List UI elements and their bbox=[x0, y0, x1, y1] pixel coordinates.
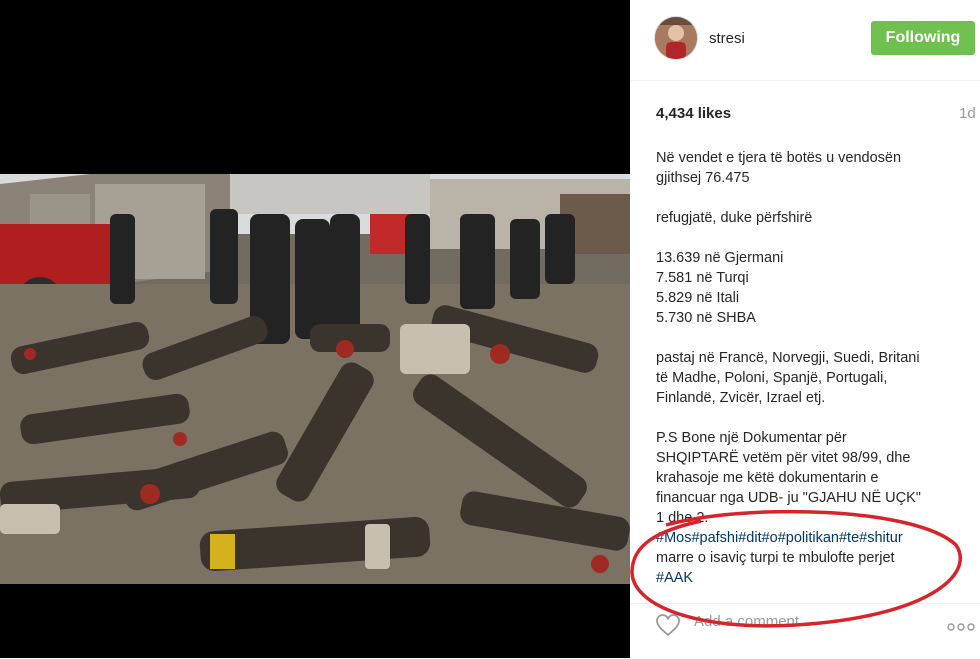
caption-line: Në vendet e tjera të botës u vendosën bbox=[656, 150, 902, 166]
caption-line: P.S Bone një Dokumentar për bbox=[656, 430, 847, 446]
hashtags-link[interactable]: #Mos#pafshi#dit#o#politikan#te#shitur bbox=[656, 528, 976, 548]
heart-icon[interactable] bbox=[655, 613, 681, 642]
caption-line: financuar nga UDB- ju "GJAHU NË UÇK" bbox=[656, 490, 921, 506]
post-photo[interactable] bbox=[0, 174, 630, 584]
caption-line: krahasoje me këtë dokumentarin e bbox=[656, 470, 879, 486]
post-header: stresi Following bbox=[630, 0, 980, 81]
avatar-image bbox=[655, 17, 697, 59]
caption-line: refugjatë, duke përfshirë bbox=[656, 210, 813, 226]
post-sidebar: stresi Following 4,434 likes 1d Në vende… bbox=[630, 0, 980, 658]
caption-gap bbox=[656, 328, 976, 348]
add-comment-input[interactable]: Add a comment... bbox=[694, 613, 812, 630]
caption-line: 1 dhe 2. bbox=[656, 510, 709, 526]
caption-line: pastaj në Francë, Norvegji, Suedi, Brita… bbox=[656, 350, 920, 366]
caption-line: gjithsej 76.475 bbox=[656, 170, 750, 186]
media-panel bbox=[0, 0, 630, 658]
hashtag-aak-link[interactable]: #AAK bbox=[656, 568, 976, 588]
more-options-icon[interactable] bbox=[947, 618, 975, 636]
caption-gap bbox=[656, 188, 976, 208]
caption-line: 7.581 në Turqi bbox=[656, 270, 749, 286]
post-time[interactable]: 1d bbox=[959, 105, 976, 122]
post-caption: Në vendet e tjera të botës u vendosën gj… bbox=[656, 148, 976, 588]
likes-count[interactable]: 4,434 likes bbox=[656, 105, 731, 122]
caption-line: SHQIPTARË vetëm për vitet 98/99, dhe bbox=[656, 450, 911, 466]
avatar[interactable] bbox=[654, 16, 698, 60]
caption-line: 5.730 në SHBA bbox=[656, 310, 756, 326]
following-button[interactable]: Following bbox=[871, 21, 975, 55]
caption-gap bbox=[656, 228, 976, 248]
caption-line: të Madhe, Poloni, Spanjë, Portugali, bbox=[656, 370, 888, 386]
caption-line: Finlandë, Zvicër, Izrael etj. bbox=[656, 390, 826, 406]
caption-gap bbox=[656, 408, 976, 428]
post-photo-image bbox=[0, 174, 630, 584]
post-footer: Add a comment... bbox=[630, 603, 980, 659]
comment-text: marre o isaviç turpi te mbulofte perjet bbox=[656, 550, 895, 566]
caption-line: 13.639 në Gjermani bbox=[656, 250, 784, 266]
username[interactable]: stresi bbox=[709, 30, 745, 47]
caption-line: 5.829 në Itali bbox=[656, 290, 740, 306]
